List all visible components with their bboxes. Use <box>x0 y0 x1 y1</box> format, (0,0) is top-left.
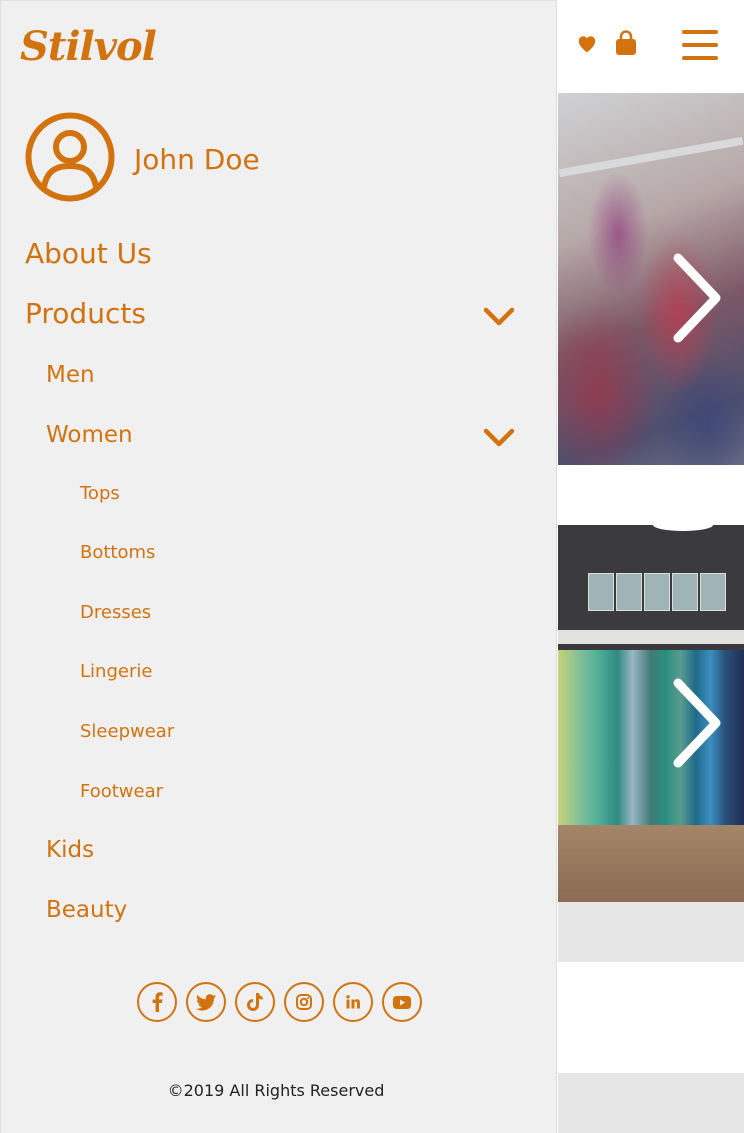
social-links <box>137 982 422 1022</box>
submenu-item-bottoms[interactable]: Bottoms <box>80 542 155 563</box>
submenu-item-sleepwear[interactable]: Sleepwear <box>80 721 174 742</box>
brand-logo[interactable]: Stilvol <box>20 23 157 70</box>
shopping-bag-icon[interactable] <box>615 30 637 60</box>
tiktok-icon[interactable] <box>235 982 275 1022</box>
menu-item-products[interactable]: Products <box>25 297 146 330</box>
chevron-down-icon[interactable] <box>483 307 515 331</box>
heart-icon[interactable] <box>576 33 598 59</box>
facebook-icon[interactable] <box>137 982 177 1022</box>
youtube-icon[interactable] <box>382 982 422 1022</box>
instagram-icon[interactable] <box>284 982 324 1022</box>
linkedin-icon[interactable] <box>333 982 373 1022</box>
submenu-item-tops[interactable]: Tops <box>80 483 120 504</box>
menu-item-men[interactable]: Men <box>46 362 95 388</box>
submenu-item-footwear[interactable]: Footwear <box>80 781 163 802</box>
copyright-text: ©2019 All Rights Reserved <box>167 1081 385 1100</box>
section-divider <box>558 902 744 962</box>
side-drawer-menu: Stilvol John Doe About Us Products Men W… <box>0 0 557 1133</box>
chevron-right-icon[interactable] <box>672 677 722 773</box>
section-divider <box>558 1073 744 1133</box>
hamburger-menu-icon[interactable] <box>682 30 718 60</box>
menu-item-about-us[interactable]: About Us <box>25 237 152 270</box>
user-name[interactable]: John Doe <box>134 143 260 176</box>
submenu-item-lingerie[interactable]: Lingerie <box>80 661 152 682</box>
chevron-right-icon[interactable] <box>672 252 722 348</box>
user-avatar-icon[interactable] <box>25 112 115 206</box>
submenu-item-dresses[interactable]: Dresses <box>80 602 151 623</box>
twitter-icon[interactable] <box>186 982 226 1022</box>
menu-item-kids[interactable]: Kids <box>46 837 94 863</box>
chevron-down-icon[interactable] <box>483 428 515 452</box>
menu-item-women[interactable]: Women <box>46 422 133 448</box>
menu-item-beauty[interactable]: Beauty <box>46 897 127 923</box>
